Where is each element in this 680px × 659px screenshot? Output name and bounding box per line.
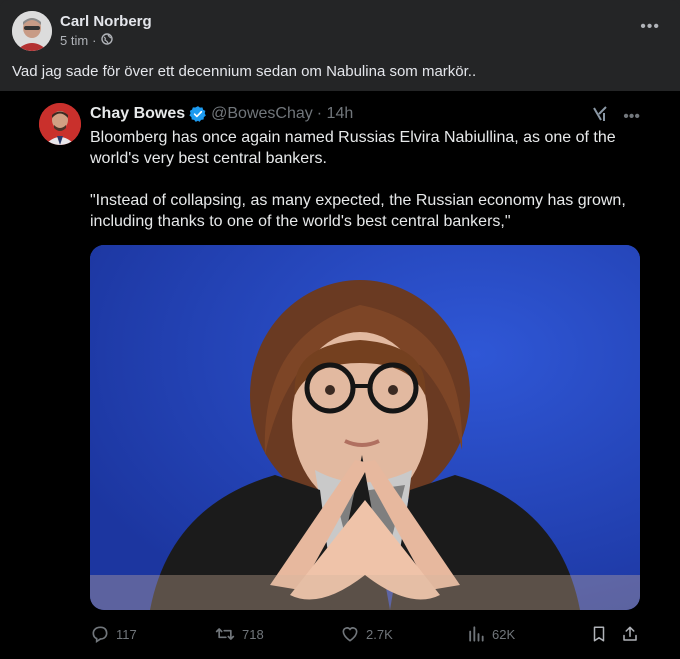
bookmark-icon [590,624,608,644]
views-count: 62K [492,626,516,642]
bookmark-button[interactable] [590,624,608,644]
tweet-photo[interactable] [90,245,640,610]
post-time[interactable]: 5 tim [60,33,88,48]
tweet-actions: 117 718 2.7K 62K [90,624,640,648]
grok-icon[interactable] [591,105,609,128]
meta-separator: · [92,33,97,48]
post-options-button[interactable]: ••• [640,18,660,36]
share-button[interactable] [621,624,639,644]
tweet-author-name[interactable]: Chay Bowes [90,105,185,123]
repost-icon [214,624,236,644]
globe-icon [100,33,113,48]
like-button[interactable]: 2.7K [340,624,393,644]
analytics-icon [466,624,486,644]
share-icon [621,624,639,644]
views-button[interactable]: 62K [466,624,515,644]
reply-icon [90,624,110,644]
tweet-tools: ••• [591,105,640,128]
tweet-header: Chay Bowes @BowesChay · 14h [90,105,353,123]
reply-count: 117 [116,626,137,642]
author-name[interactable]: Carl Norberg [60,13,152,30]
tweet-author-avatar[interactable] [39,103,81,145]
facebook-post: Carl Norberg 5 tim · ••• Vad jag sade fö… [0,0,680,659]
embedded-tweet: Chay Bowes @BowesChay · 14h ••• Bloomber… [0,91,680,659]
like-count: 2.7K [366,626,393,642]
verified-badge-icon [189,105,207,123]
post-text: Vad jag sade för över ett decennium seda… [12,63,477,80]
reply-button[interactable]: 117 [90,624,137,644]
tweet-author-handle[interactable]: @BowesChay [211,105,313,123]
repost-button[interactable]: 718 [214,624,264,644]
tweet-text: Bloomberg has once again named Russias E… [90,129,626,230]
heart-icon [340,624,360,644]
tweet-options-button[interactable]: ••• [623,108,640,126]
repost-count: 718 [242,626,264,642]
author-avatar[interactable] [12,11,52,51]
tweet-time[interactable]: · 14h [317,105,353,123]
post-meta: 5 tim · [60,33,113,48]
